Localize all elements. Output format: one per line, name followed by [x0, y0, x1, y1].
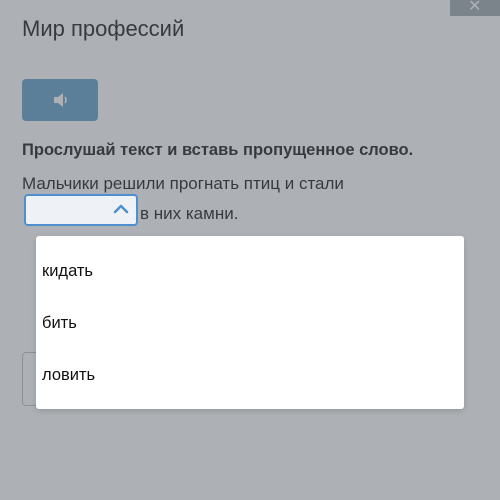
dropdown-option-kidat[interactable]: кидать	[42, 262, 93, 281]
dropdown-menu: кидать бить ловить	[36, 236, 464, 409]
dropdown-option-lovit[interactable]: ловить	[42, 366, 95, 385]
dropdown-option-bit[interactable]: бить	[42, 314, 77, 333]
chevron-up-icon	[113, 204, 129, 214]
missing-word-select[interactable]	[24, 194, 138, 226]
